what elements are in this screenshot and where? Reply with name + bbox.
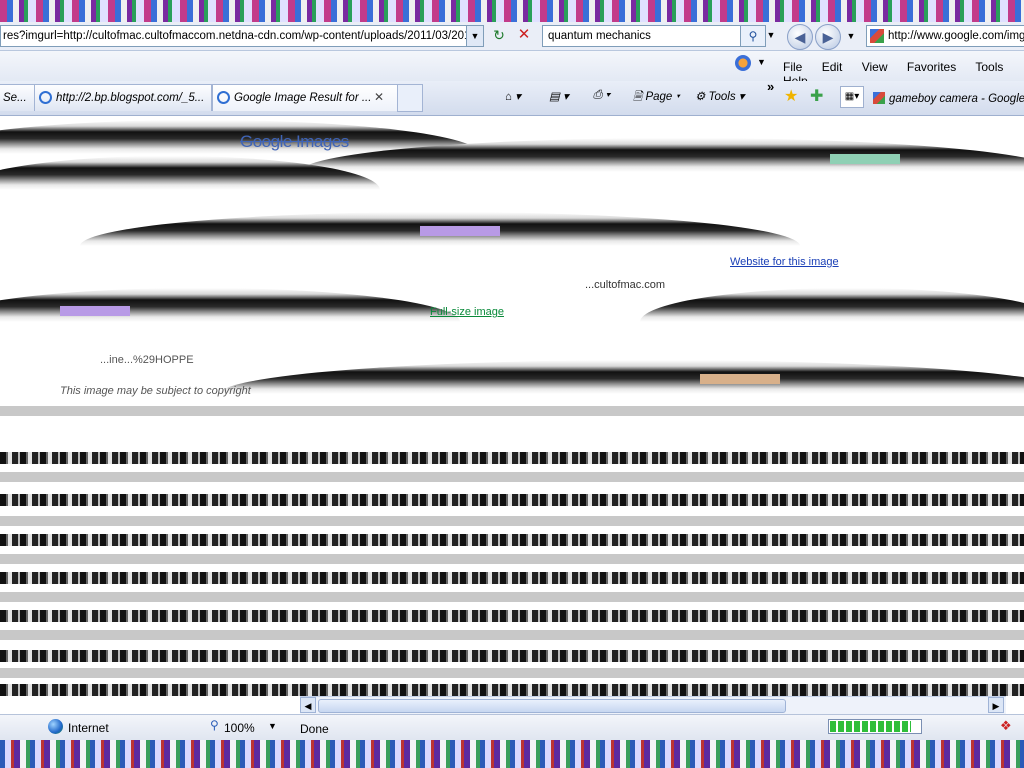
- quick-tabs-icon[interactable]: ▦▾: [840, 86, 864, 108]
- search-icon[interactable]: ⚲: [740, 25, 766, 47]
- page-content: Google Images Website for this image ...…: [0, 116, 1024, 696]
- tab-google-image-result[interactable]: Google Image Result for ...: [212, 84, 398, 111]
- address-dropdown-button[interactable]: ▼: [466, 25, 484, 47]
- status-text: Done: [300, 722, 329, 736]
- menu-view[interactable]: View: [862, 60, 888, 74]
- tab-label: Google Image Result for ...: [234, 92, 372, 104]
- website-link[interactable]: Website for this image: [730, 256, 839, 268]
- zoom-level[interactable]: 100%: [224, 721, 255, 735]
- corrupted-gray-band: [0, 554, 1024, 564]
- corrupted-color-block: [700, 374, 780, 384]
- scanline-noise: [0, 650, 1024, 662]
- progress-fill: [830, 721, 911, 732]
- page-heading: Google Images: [240, 132, 349, 151]
- corrupted-gray-band: [0, 668, 1024, 678]
- back-icon[interactable]: ◀: [787, 24, 813, 50]
- close-tab-icon[interactable]: ✕: [374, 90, 384, 104]
- menu-edit[interactable]: Edit: [822, 60, 843, 74]
- corrupted-image-strip: [640, 288, 1024, 322]
- corrupted-color-block: [830, 154, 900, 164]
- search-input[interactable]: quantum mechanics: [542, 25, 744, 47]
- favorites-center-icon[interactable]: ★: [784, 86, 798, 106]
- screen-glitch-top: [0, 0, 1024, 22]
- tab-blogspot[interactable]: http://2.bp.blogspot.com/_5...: [34, 84, 212, 111]
- tab-label: gameboy camera - Google: [889, 93, 1024, 105]
- scanline-noise: [0, 610, 1024, 622]
- new-tab-button[interactable]: [397, 84, 423, 112]
- full-size-link[interactable]: Full-size image: [430, 306, 504, 318]
- corrupted-color-block: [60, 306, 130, 316]
- ie-page-icon: [217, 91, 230, 104]
- site-url-text: ...cultofmac.com: [585, 279, 666, 291]
- tools-menu-label: Tools: [708, 91, 736, 103]
- google-favicon-icon: [873, 92, 885, 104]
- scanline-noise: [0, 452, 1024, 464]
- image-name-text: ...ine...%29HOPPE: [100, 354, 194, 366]
- security-shield-icon[interactable]: ❖: [1000, 718, 1012, 734]
- second-address-text: http://www.google.com/img: [888, 30, 1024, 42]
- address-bar[interactable]: res?imgurl=http://cultofmac.cultofmaccom…: [0, 25, 470, 47]
- page-menu[interactable]: 🗎 Page ▾: [633, 89, 680, 108]
- corrupted-gray-band: [0, 472, 1024, 482]
- scanline-noise: [0, 572, 1024, 584]
- tab-label: Se...: [3, 92, 27, 104]
- corrupted-gray-band: [0, 630, 1024, 640]
- page-menu-label: Page: [645, 91, 673, 103]
- more-commands-chevron[interactable]: »: [767, 79, 774, 94]
- scroll-left-icon[interactable]: ◀: [300, 697, 316, 713]
- zoom-dropdown[interactable]: ▼: [268, 721, 277, 731]
- rss-icon[interactable]: ▤ ▾: [549, 89, 569, 103]
- corrupted-image-strip: [220, 360, 1024, 394]
- forward-icon[interactable]: ▶: [815, 24, 841, 50]
- google-favicon-icon: [870, 29, 884, 43]
- scrollbar-thumb[interactable]: [318, 699, 786, 713]
- recent-pages-dropdown[interactable]: ▼: [845, 24, 857, 48]
- screen-glitch-bottom: [0, 740, 1024, 768]
- tab-gameboy-camera[interactable]: gameboy camera - Google: [873, 86, 1024, 112]
- feeds-dropdown[interactable]: ▼: [757, 57, 766, 67]
- refresh-icon[interactable]: ↻: [488, 24, 510, 46]
- tab-label: http://2.bp.blogspot.com/_5...: [56, 92, 205, 104]
- corrupted-gray-band: [0, 592, 1024, 602]
- menu-favorites[interactable]: Favorites: [907, 60, 956, 74]
- zoom-icon[interactable]: ⚲: [210, 718, 219, 732]
- feeds-icon[interactable]: [735, 55, 751, 71]
- ie-page-icon: [39, 91, 52, 104]
- corrupted-gray-band: [0, 406, 1024, 416]
- tools-menu[interactable]: ⚙ Tools ▾: [695, 89, 745, 103]
- corrupted-image-strip: [0, 288, 460, 322]
- second-address-bar[interactable]: http://www.google.com/img: [866, 25, 1024, 47]
- copyright-notice: This image may be subject to copyright: [60, 385, 251, 397]
- progress-bar: [828, 719, 922, 734]
- menu-file[interactable]: File: [783, 60, 802, 74]
- scanline-noise: [0, 494, 1024, 506]
- corrupted-gray-band: [0, 516, 1024, 526]
- scanline-noise: [0, 534, 1024, 546]
- internet-globe-icon: [48, 719, 63, 734]
- menu-tools[interactable]: Tools: [975, 60, 1003, 74]
- security-zone-label[interactable]: Internet: [68, 721, 109, 735]
- menu-bar: File Edit View Favorites Tools Help: [783, 60, 1024, 88]
- corrupted-color-block: [420, 226, 500, 236]
- scroll-right-icon[interactable]: ▶: [988, 697, 1004, 713]
- search-options-dropdown[interactable]: ▼: [765, 25, 777, 45]
- home-icon[interactable]: ⌂ ▾: [505, 89, 521, 103]
- scanline-noise: [0, 684, 1024, 696]
- add-favorites-icon[interactable]: ✚: [810, 86, 823, 106]
- print-icon[interactable]: ⎙ ▾: [593, 89, 610, 102]
- stop-icon[interactable]: ✕: [513, 24, 535, 46]
- scroll-gutter: [0, 696, 300, 713]
